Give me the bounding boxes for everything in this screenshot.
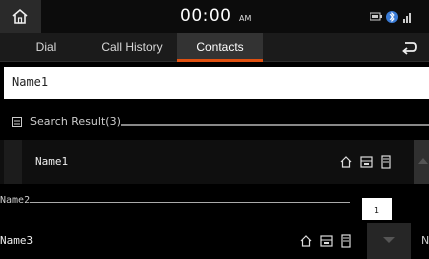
scroll-page-indicator: 1 xyxy=(362,198,392,220)
separator-bar xyxy=(121,124,429,126)
index-letter: N xyxy=(421,234,429,247)
mobile-icon xyxy=(341,234,351,248)
contact-row[interactable]: Name3 xyxy=(0,225,429,259)
phone-battery-icon xyxy=(370,12,382,21)
contact-number-icons xyxy=(300,234,351,248)
search-result-label: Search Result(3) xyxy=(30,115,121,128)
contact-name: Name2 xyxy=(0,195,31,206)
contact-name: Name3 xyxy=(0,234,34,247)
list-icon xyxy=(12,117,22,127)
contact-name: Name1 xyxy=(35,155,69,168)
chevron-up-icon xyxy=(418,158,428,164)
divider xyxy=(0,99,429,111)
office-icon xyxy=(360,156,373,168)
mobile-icon xyxy=(381,155,391,169)
tab-contacts[interactable]: Contacts xyxy=(177,33,263,62)
chevron-down-icon xyxy=(383,237,395,243)
bluetooth-icon xyxy=(386,11,398,23)
scroll-page-number: 1 xyxy=(374,206,380,215)
clock-time: 00:00 xyxy=(180,6,232,26)
back-button[interactable] xyxy=(388,33,429,62)
status-icons xyxy=(370,11,411,23)
home-icon xyxy=(12,8,28,24)
tab-dial[interactable]: Dial xyxy=(14,33,78,62)
contact-number-icons xyxy=(340,155,391,169)
search-input[interactable]: Name1 xyxy=(4,67,429,99)
search-input-value: Name1 xyxy=(12,75,49,89)
home-button[interactable] xyxy=(0,0,41,33)
row-divider xyxy=(30,202,350,203)
search-result-header: Search Result(3) xyxy=(0,111,429,133)
signal-icon xyxy=(403,13,411,23)
status-bar: 00:00 AM xyxy=(0,0,429,33)
tab-call-history[interactable]: Call History xyxy=(88,33,176,62)
row-marker xyxy=(4,140,22,184)
home-icon xyxy=(340,156,352,168)
home-icon xyxy=(300,235,312,247)
clock-ampm: AM xyxy=(239,14,252,23)
back-arrow-icon xyxy=(402,42,417,55)
scroll-up-button[interactable] xyxy=(414,140,429,184)
office-icon xyxy=(320,235,333,247)
scroll-down-button[interactable] xyxy=(367,223,411,259)
tab-bar: Dial Call History Contacts xyxy=(0,33,429,62)
contact-row[interactable]: Name1 xyxy=(0,140,429,184)
